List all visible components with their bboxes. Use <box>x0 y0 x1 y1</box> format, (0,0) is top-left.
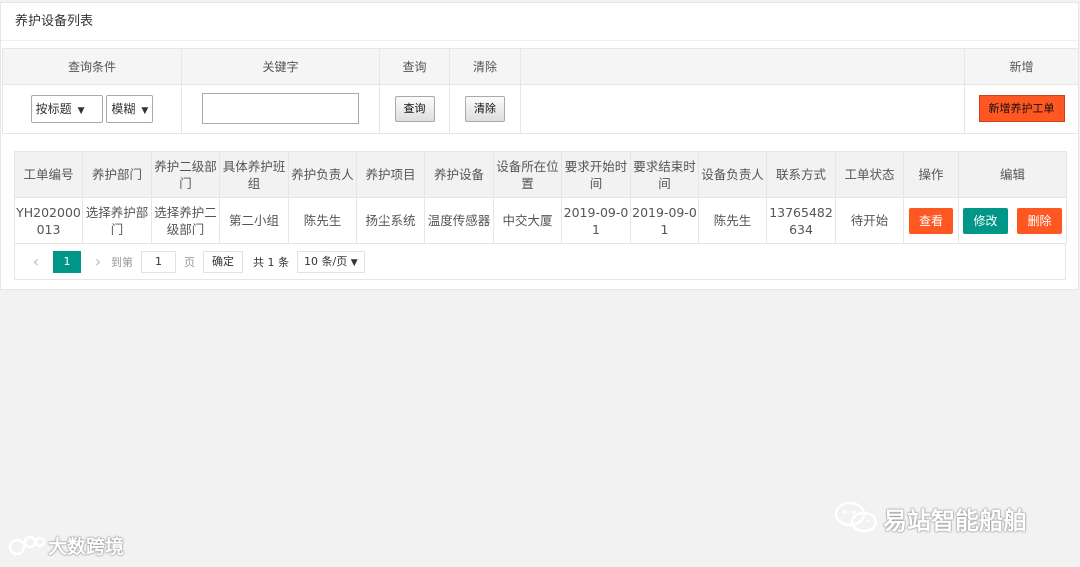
cell-end-time: 2019-09-01 <box>630 197 699 244</box>
match-select-value: 模糊 <box>111 101 136 116</box>
query-header-clear: 清除 <box>449 48 521 85</box>
page-title: 养护设备列表 <box>1 3 1078 41</box>
cell-location: 中交大厦 <box>493 197 562 244</box>
cell-edit: 修改 删除 <box>958 197 1067 244</box>
cell-status: 待开始 <box>835 197 904 244</box>
wechat-icon <box>834 501 878 533</box>
query-header-search: 查询 <box>379 48 450 85</box>
column-header: 联系方式 <box>766 151 836 198</box>
cell-project: 扬尘系统 <box>356 197 425 244</box>
delete-button[interactable]: 删除 <box>1017 207 1062 234</box>
query-header-row: 查询条件 关键字 查询 清除 新增 <box>2 48 1079 85</box>
table-row: YH202000013 选择养护部门 选择养护二级部门 第二小组 陈先生 扬尘系… <box>14 197 1067 244</box>
cell-maintainer: 陈先生 <box>288 197 357 244</box>
pagination: ‹ 1 › 到第 1 页 确定 共 1 条 10 条/页 ▼ <box>14 244 1066 280</box>
keyword-input[interactable] <box>202 93 359 125</box>
column-header: 要求结束时间 <box>630 151 699 198</box>
column-header: 设备所在位置 <box>493 151 562 198</box>
column-header: 要求开始时间 <box>561 151 631 198</box>
cell-contact: 13765482634 <box>766 197 836 244</box>
goto-prefix-label: 到第 <box>111 255 133 269</box>
next-page-icon[interactable]: › <box>87 252 109 271</box>
column-header: 养护部门 <box>82 151 152 198</box>
page-size-value: 10 条/页 <box>304 254 348 268</box>
watermark-right: 易站智能船舶 <box>833 500 1027 536</box>
column-header: 工单状态 <box>835 151 904 198</box>
table-header-row: 工单编号 养护部门 养护二级部门 具体养护班组 养护负责人 养护项目 养护设备 … <box>14 151 1067 198</box>
search-button[interactable]: 查询 <box>394 95 435 122</box>
query-controls-row: 按标题 ▼ 模糊 ▼ 查询 清除 新增养护工单 <box>2 83 1079 135</box>
bubble-logo-icon <box>8 535 46 555</box>
cell-sub-department: 选择养护二级部门 <box>151 197 220 244</box>
query-add-cell: 新增养护工单 <box>964 83 1079 135</box>
column-header: 操作 <box>903 151 959 198</box>
watermark-left-text: 大数跨境 <box>48 536 125 558</box>
cell-device: 温度传感器 <box>424 197 494 244</box>
match-mode-select[interactable]: 模糊 ▼ <box>106 94 154 123</box>
query-header-add: 新增 <box>964 48 1079 85</box>
page-size-select[interactable]: 10 条/页 ▼ <box>297 250 365 273</box>
column-header: 养护设备 <box>424 151 494 198</box>
condition-select[interactable]: 按标题 ▼ <box>30 94 103 123</box>
column-header: 具体养护班组 <box>219 151 289 198</box>
query-search-cell: 查询 <box>379 83 450 135</box>
query-header-keyword: 关键字 <box>181 48 380 85</box>
column-header: 设备负责人 <box>698 151 767 198</box>
cell-start-time: 2019-09-01 <box>561 197 631 244</box>
work-order-table: 工单编号 养护部门 养护二级部门 具体养护班组 养护负责人 养护项目 养护设备 … <box>14 151 1067 244</box>
column-header: 编辑 <box>958 151 1067 198</box>
column-header: 工单编号 <box>14 151 83 198</box>
watermark-left: 大数跨境 <box>8 532 124 559</box>
watermark-right-text: 易站智能船舶 <box>883 506 1027 535</box>
chevron-down-icon: ▼ <box>141 105 149 116</box>
query-header-blank <box>520 48 965 85</box>
cell-department: 选择养护部门 <box>82 197 152 244</box>
clear-button[interactable]: 清除 <box>465 95 505 122</box>
column-header: 养护二级部门 <box>151 151 220 198</box>
condition-select-value: 按标题 <box>35 101 72 116</box>
query-clear-cell: 清除 <box>449 83 521 135</box>
modify-button[interactable]: 修改 <box>963 207 1008 234</box>
view-button[interactable]: 查看 <box>908 207 953 234</box>
total-count: 共 1 条 <box>253 255 289 269</box>
query-table: 查询条件 关键字 查询 清除 新增 按标题 ▼ 模糊 ▼ 查询 清除 新增养护工单 <box>2 48 1079 135</box>
query-condition-cell: 按标题 ▼ 模糊 ▼ <box>2 83 182 135</box>
cell-order-id: YH202000013 <box>14 197 83 244</box>
cell-team: 第二小组 <box>219 197 289 244</box>
query-header-condition: 查询条件 <box>2 48 182 85</box>
query-keyword-cell <box>181 83 380 135</box>
query-empty-cell <box>520 83 965 135</box>
prev-page-icon[interactable]: ‹ <box>25 252 47 271</box>
goto-confirm-button[interactable]: 确定 <box>203 250 243 273</box>
chevron-down-icon: ▼ <box>350 257 358 268</box>
cell-device-owner: 陈先生 <box>698 197 767 244</box>
goto-suffix-label: 页 <box>184 255 195 269</box>
goto-page-input[interactable]: 1 <box>141 250 176 273</box>
add-work-order-button[interactable]: 新增养护工单 <box>978 95 1065 123</box>
column-header: 养护负责人 <box>288 151 357 198</box>
page-number-current[interactable]: 1 <box>53 250 81 273</box>
cell-actions: 查看 <box>903 197 959 244</box>
column-header: 养护项目 <box>356 151 425 198</box>
chevron-down-icon: ▼ <box>77 105 85 116</box>
